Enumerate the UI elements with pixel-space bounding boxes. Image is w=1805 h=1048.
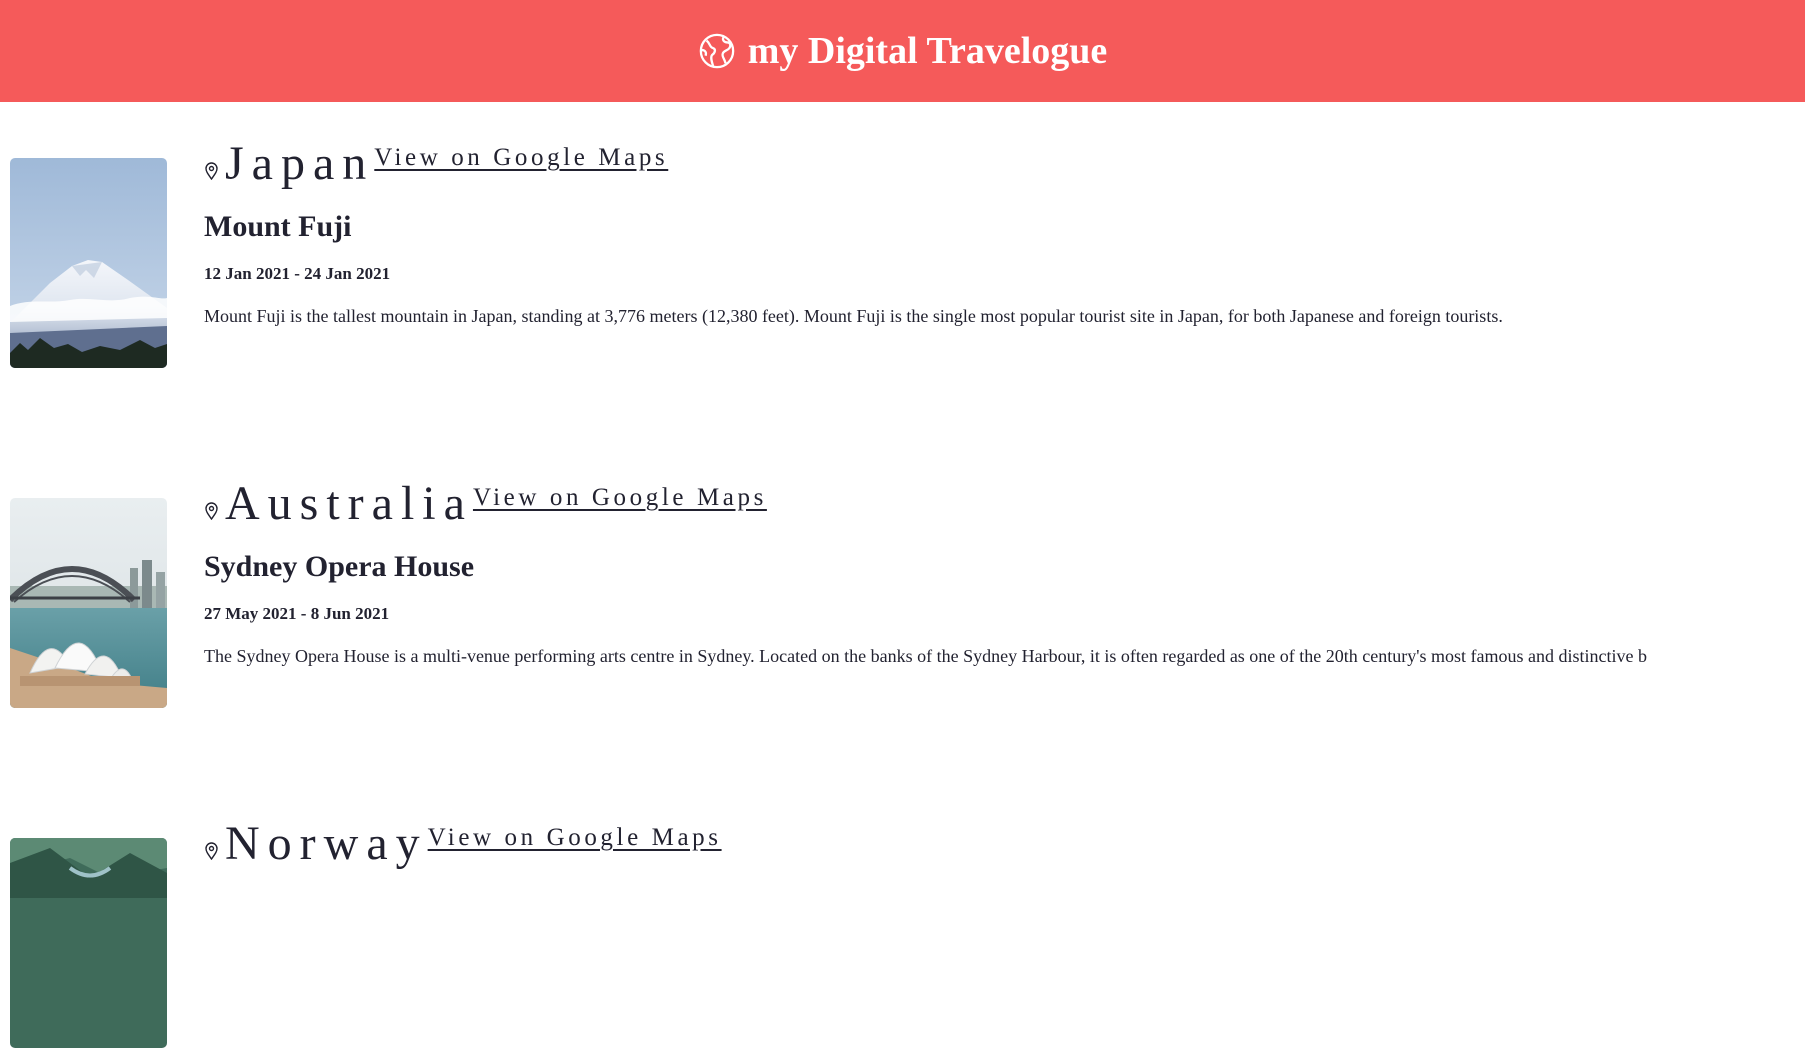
travel-entry: Japan View on Google Maps Mount Fuji 12 … <box>0 102 1805 368</box>
place-title: Mount Fuji <box>204 210 352 243</box>
entry-content: Japan View on Google Maps Mount Fuji 12 … <box>204 140 1805 327</box>
country-name: Japan <box>225 137 375 190</box>
entry-content: Norway View on Google Maps <box>204 820 1805 868</box>
entry-photo-mount-fuji <box>10 158 167 368</box>
location-pin-icon <box>204 162 219 180</box>
place-description: Mount Fuji is the tallest mountain in Ja… <box>204 306 1503 326</box>
location-row: Australia View on Google Maps <box>204 480 1805 528</box>
entry-photo-sydney-opera-house <box>10 498 167 708</box>
site-title: my Digital Travelogue <box>747 30 1108 72</box>
travel-entry: Australia View on Google Maps Sydney Ope… <box>0 442 1805 708</box>
google-maps-link[interactable]: View on Google Maps <box>374 144 668 172</box>
country-name: Australia <box>225 477 473 530</box>
travel-entry: Norway View on Google Maps <box>0 782 1805 1048</box>
place-title: Sydney Opera House <box>204 550 475 583</box>
entry-content: Australia View on Google Maps Sydney Ope… <box>204 480 1805 667</box>
place-description: The Sydney Opera House is a multi-venue … <box>204 646 1647 666</box>
globe-icon <box>698 32 736 70</box>
google-maps-link[interactable]: View on Google Maps <box>428 824 722 852</box>
location-pin-icon <box>204 502 219 520</box>
google-maps-link[interactable]: View on Google Maps <box>473 484 767 512</box>
location-row: Japan View on Google Maps <box>204 140 1805 188</box>
trip-dates: 27 May 2021 - 8 Jun 2021 <box>204 604 390 623</box>
country-name: Norway <box>225 817 428 870</box>
location-row: Norway View on Google Maps <box>204 820 1805 868</box>
location-pin-icon <box>204 842 219 860</box>
trip-dates: 12 Jan 2021 - 24 Jan 2021 <box>204 264 391 283</box>
site-header: my Digital Travelogue <box>0 0 1805 102</box>
entry-photo-norway <box>10 838 167 1048</box>
header-brand: my Digital Travelogue <box>698 29 1108 73</box>
